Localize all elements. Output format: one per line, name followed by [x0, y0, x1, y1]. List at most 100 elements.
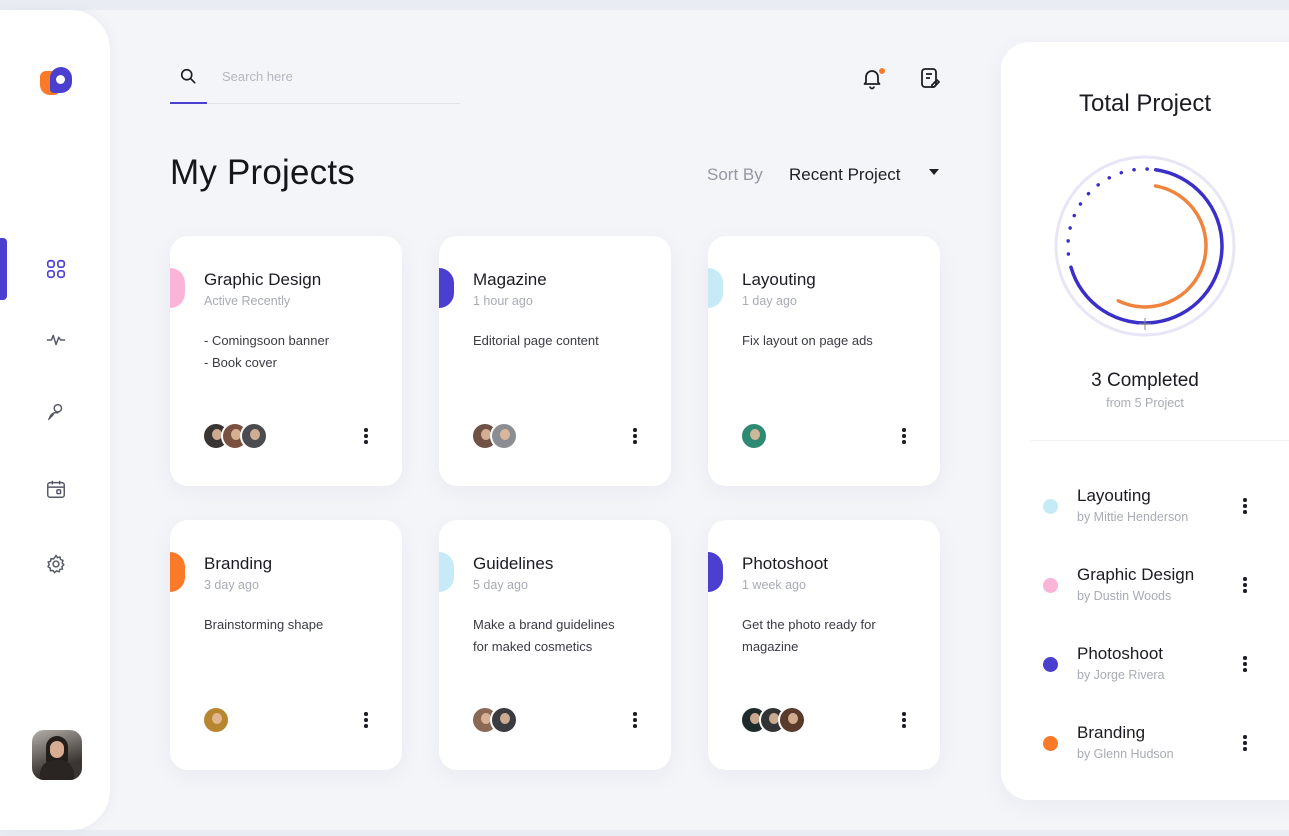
status-color-dot [1043, 657, 1058, 672]
project-card[interactable]: Magazine 1 hour ago Editorial page conte… [439, 236, 671, 486]
card-title: Layouting [742, 270, 816, 289]
more-options-icon[interactable] [1237, 650, 1253, 678]
more-options-icon[interactable] [627, 422, 643, 450]
more-options-icon[interactable] [358, 422, 374, 450]
card-description-line: Brainstorming shape [204, 617, 324, 632]
card-members [202, 422, 268, 452]
card-color-tab [708, 268, 723, 308]
status-color-dot [1043, 736, 1058, 751]
card-title: Graphic Design [204, 270, 322, 289]
summary-item-name: Photoshoot [1077, 644, 1164, 663]
search-focus-underline [170, 102, 207, 104]
card-description: - Comingsoon banner - Book cover [204, 330, 374, 374]
summary-item-name: Graphic Design [1077, 565, 1195, 584]
card-title: Branding [204, 554, 273, 573]
card-timestamp: 5 day ago [473, 578, 528, 592]
project-card[interactable]: Photoshoot 1 week ago Get the photo read… [708, 520, 940, 770]
card-timestamp: 1 week ago [742, 578, 806, 592]
summary-list-item[interactable]: Photoshoot by Jorge Rivera [1001, 642, 1289, 692]
summary-item-owner: by Mittie Henderson [1077, 510, 1189, 524]
summary-list-item[interactable]: Layouting by Mittie Henderson [1001, 484, 1289, 534]
card-timestamp: 1 hour ago [473, 294, 533, 308]
total-project-panel: Total Project 3 Completed from 5 Project… [1001, 42, 1289, 800]
card-color-tab [708, 552, 723, 592]
member-avatar[interactable] [490, 422, 518, 450]
card-description-line: - Comingsoon banner [204, 333, 330, 348]
card-description: Brainstorming shape [204, 614, 374, 636]
app-window: My Projects Sort By Recent Project Graph… [0, 10, 1289, 830]
member-avatar[interactable] [202, 706, 230, 734]
progress-ring-chart [1054, 155, 1236, 337]
card-description-line: Editorial page content [473, 333, 599, 348]
notes-edit-icon[interactable] [918, 66, 944, 92]
search-icon[interactable] [178, 66, 198, 86]
member-avatar[interactable] [240, 422, 268, 450]
card-title: Photoshoot [742, 554, 829, 573]
card-description: Make a brand guidelines for maked cosmeti… [473, 614, 643, 658]
summary-list-item[interactable]: Branding by Glenn Hudson [1001, 721, 1289, 771]
sidebar [0, 10, 110, 830]
notification-bell-icon[interactable] [860, 66, 886, 92]
status-color-dot [1043, 578, 1058, 593]
card-description: Get the photo ready for magazine [742, 614, 912, 658]
card-color-tab [170, 552, 185, 592]
more-options-icon[interactable] [896, 706, 912, 734]
card-title: Magazine [473, 270, 547, 289]
summary-item-owner: by Jorge Rivera [1077, 668, 1165, 682]
more-options-icon[interactable] [1237, 492, 1253, 520]
active-nav-indicator [0, 238, 7, 300]
user-avatar[interactable] [32, 730, 82, 780]
summary-item-name: Branding [1077, 723, 1146, 742]
activity-pulse-icon[interactable] [42, 326, 70, 354]
more-options-icon[interactable] [627, 706, 643, 734]
summary-item-owner: by Glenn Hudson [1077, 747, 1174, 761]
project-card[interactable]: Branding 3 day ago Brainstorming shape [170, 520, 402, 770]
member-avatar[interactable] [740, 422, 768, 450]
project-card[interactable]: Graphic Design Active Recently - Comings… [170, 236, 402, 486]
more-options-icon[interactable] [1237, 729, 1253, 757]
member-avatar[interactable] [490, 706, 518, 734]
panel-title: Total Project [1078, 90, 1212, 117]
notification-badge [878, 67, 886, 75]
card-description-line: for maked cosmetics [473, 639, 593, 654]
summary-item-owner: by Dustin Woods [1077, 589, 1172, 603]
member-avatar[interactable] [778, 706, 806, 734]
card-description-line: magazine [742, 639, 799, 654]
sort-dropdown[interactable]: Recent Project [789, 165, 901, 185]
card-members [740, 706, 806, 736]
sort-label: Sort By [707, 165, 763, 184]
card-color-tab [170, 268, 185, 308]
chevron-down-icon[interactable] [929, 169, 939, 175]
card-members [471, 422, 518, 452]
card-color-tab [439, 552, 454, 592]
search-input[interactable] [222, 64, 442, 88]
more-options-icon[interactable] [896, 422, 912, 450]
user-search-icon[interactable] [42, 397, 70, 425]
total-count: from 5 Project [1106, 396, 1184, 410]
card-title: Guidelines [473, 554, 554, 573]
card-color-tab [439, 268, 454, 308]
more-options-icon[interactable] [1237, 571, 1253, 599]
card-members [471, 706, 518, 736]
project-card[interactable]: Layouting 1 day ago Fix layout on page a… [708, 236, 940, 486]
project-card[interactable]: Guidelines 5 day ago Make a brand guidel… [439, 520, 671, 770]
card-description: Fix layout on page ads [742, 330, 912, 352]
card-description-line: Fix layout on page ads [742, 333, 873, 348]
card-members [202, 706, 230, 736]
summary-item-name: Layouting [1077, 486, 1151, 505]
card-description-line: Make a brand guidelines [473, 617, 615, 632]
card-timestamp: 3 day ago [204, 578, 259, 592]
card-description-line: - Book cover [204, 355, 277, 370]
card-members [740, 422, 768, 452]
calendar-icon[interactable] [42, 475, 70, 503]
search-bar [170, 62, 460, 104]
card-timestamp: 1 day ago [742, 294, 797, 308]
dashboard-grid-icon[interactable] [42, 255, 70, 283]
completed-count: 3 Completed [1091, 370, 1199, 391]
settings-gear-icon[interactable] [42, 550, 70, 578]
app-logo[interactable] [38, 65, 74, 99]
card-timestamp: Active Recently [204, 294, 291, 308]
more-options-icon[interactable] [358, 706, 374, 734]
status-color-dot [1043, 499, 1058, 514]
summary-list-item[interactable]: Graphic Design by Dustin Woods [1001, 563, 1289, 613]
